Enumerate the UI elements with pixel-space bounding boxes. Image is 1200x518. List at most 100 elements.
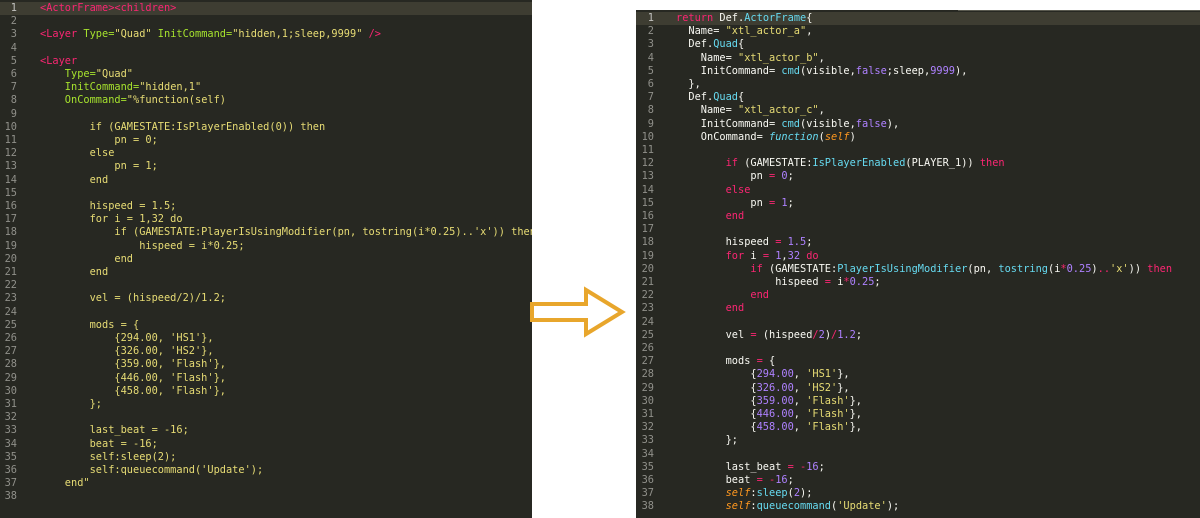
- code-line[interactable]: 28 {359.00, 'Flash'},: [0, 358, 532, 371]
- code-line[interactable]: 26: [636, 342, 1200, 355]
- code-line[interactable]: 37 end": [0, 477, 532, 490]
- code-line[interactable]: 5 <Layer: [0, 55, 532, 68]
- code-line[interactable]: 17: [636, 223, 1200, 236]
- code-line[interactable]: 1 return Def.ActorFrame{: [636, 12, 1200, 26]
- code-line[interactable]: 34 beat = -16;: [0, 438, 532, 451]
- code-line[interactable]: 12 if (GAMESTATE:IsPlayerEnabled(PLAYER_…: [636, 157, 1200, 170]
- code-line[interactable]: 28 {294.00, 'HS1'},: [636, 368, 1200, 381]
- code-line[interactable]: 30 {359.00, 'Flash'},: [636, 395, 1200, 408]
- code-line[interactable]: 25 mods = {: [0, 319, 532, 332]
- code-text: InitCommand= cmd(visible,false;sleep,999…: [676, 65, 968, 78]
- code-token: 'HS1': [806, 368, 838, 381]
- code-line[interactable]: 29 {446.00, 'Flash'},: [0, 372, 532, 385]
- code-line[interactable]: 19 hispeed = i*0.25;: [0, 240, 532, 253]
- code-line[interactable]: 35 last_beat = -16;: [636, 461, 1200, 474]
- code-line[interactable]: 33 last_beat = -16;: [0, 424, 532, 437]
- code-line[interactable]: 31 };: [0, 398, 532, 411]
- code-line[interactable]: 18 hispeed = 1.5;: [636, 236, 1200, 249]
- code-text: hispeed = 1.5;: [40, 200, 177, 213]
- code-token: "Quad": [114, 28, 152, 41]
- code-line[interactable]: 22 end: [636, 289, 1200, 302]
- code-token: if (GAMESTATE:IsPlayerEnabled(0)) then: [40, 120, 326, 133]
- code-line[interactable]: 36 beat = -16;: [636, 474, 1200, 487]
- code-token: {: [676, 408, 757, 420]
- code-line[interactable]: 37 self:sleep(2);: [636, 487, 1200, 500]
- code-line[interactable]: 21 end: [0, 266, 532, 279]
- code-line[interactable]: 26 {294.00, 'HS1'},: [0, 332, 532, 345]
- code-line[interactable]: 27 mods = {: [636, 355, 1200, 368]
- code-line[interactable]: 17 for i = 1,32 do: [0, 213, 532, 226]
- code-text: end: [676, 302, 745, 315]
- code-text: hispeed = i*0.25;: [40, 240, 244, 253]
- code-line[interactable]: 34: [636, 448, 1200, 461]
- line-number: 14: [4, 173, 17, 186]
- code-line[interactable]: 15: [0, 187, 532, 200]
- code-line[interactable]: 2: [0, 15, 532, 28]
- code-line[interactable]: 16 hispeed = 1.5;: [0, 200, 532, 213]
- code-line[interactable]: 6 Type="Quad": [0, 68, 532, 81]
- code-line[interactable]: 38 self:queuecommand('Update');: [636, 500, 1200, 513]
- code-token: =: [775, 236, 788, 249]
- code-line[interactable]: 10 OnCommand= function(self): [636, 131, 1200, 144]
- code-line[interactable]: 25 vel = (hispeed/2)/1.2;: [636, 329, 1200, 342]
- code-line[interactable]: 20 if (GAMESTATE:PlayerIsUsingModifier(p…: [636, 263, 1200, 276]
- code-text: {326.00, 'HS2'},: [676, 381, 849, 395]
- code-line[interactable]: 24: [636, 316, 1200, 329]
- code-line[interactable]: 32 {458.00, 'Flash'},: [636, 421, 1200, 434]
- code-line[interactable]: 21 hispeed = i*0.25;: [636, 276, 1200, 289]
- code-line[interactable]: 11 pn = 0;: [0, 134, 532, 147]
- code-line[interactable]: 8 OnCommand="%function(self): [0, 94, 532, 107]
- code-text: Def.Quad{: [676, 91, 744, 104]
- code-line[interactable]: 33 };: [636, 434, 1200, 447]
- code-line[interactable]: 3 Def.Quad{: [636, 38, 1200, 51]
- code-token: 326.00: [756, 381, 794, 394]
- code-line[interactable]: 11: [636, 144, 1200, 157]
- code-line[interactable]: 22: [0, 279, 532, 292]
- code-line[interactable]: 14 else: [636, 184, 1200, 197]
- line-number: 16: [4, 200, 17, 212]
- code-line[interactable]: 2 Name= "xtl_actor_a",: [636, 25, 1200, 38]
- code-line[interactable]: 7 Def.Quad{: [636, 91, 1200, 104]
- code-line[interactable]: 23 vel = (hispeed/2)/1.2;: [0, 292, 532, 305]
- code-line[interactable]: 5 InitCommand= cmd(visible,false;sleep,9…: [636, 65, 1200, 78]
- code-line[interactable]: 30 {458.00, 'Flash'},: [0, 385, 532, 398]
- code-line[interactable]: 31 {446.00, 'Flash'},: [636, 408, 1200, 421]
- code-token: (GAMESTATE:: [744, 157, 813, 170]
- code-token: if: [676, 157, 745, 170]
- code-line[interactable]: 16 end: [636, 210, 1200, 223]
- code-line[interactable]: 38: [0, 490, 532, 503]
- code-line[interactable]: 13 pn = 1;: [0, 160, 532, 173]
- code-line[interactable]: 23 end: [636, 302, 1200, 315]
- code-line[interactable]: 29 {326.00, 'HS2'},: [636, 382, 1200, 395]
- code-line[interactable]: 20 end: [0, 253, 532, 266]
- code-line[interactable]: 19 for i = 1,32 do: [636, 250, 1200, 263]
- right-code-editor[interactable]: 1 return Def.ActorFrame{2 Name= "xtl_acto…: [636, 10, 1200, 518]
- code-line[interactable]: 12 else: [0, 147, 532, 160]
- code-token: 446.00: [756, 408, 794, 420]
- code-line[interactable]: 27 {326.00, 'HS2'},: [0, 345, 532, 358]
- code-line[interactable]: 36 self:queuecommand('Update');: [0, 464, 532, 477]
- code-line[interactable]: 8 Name= "xtl_actor_c",: [636, 104, 1200, 117]
- line-number: 20: [641, 262, 654, 275]
- code-line[interactable]: 3 <Layer Type="Quad" InitCommand="hidden,…: [0, 28, 532, 41]
- code-text: };: [40, 398, 102, 411]
- code-line[interactable]: 24: [0, 306, 532, 319]
- code-line[interactable]: 1 <ActorFrame><children>: [0, 2, 532, 16]
- code-line[interactable]: 15 pn = 1;: [636, 197, 1200, 210]
- code-line[interactable]: 32: [0, 411, 532, 424]
- code-line[interactable]: 14 end: [0, 174, 532, 187]
- code-line[interactable]: 18 if (GAMESTATE:PlayerIsUsingModifier(p…: [0, 226, 532, 239]
- code-line[interactable]: 6 },: [636, 78, 1200, 91]
- code-line[interactable]: 9 InitCommand= cmd(visible,false),: [636, 118, 1200, 131]
- left-code-editor[interactable]: 1 <ActorFrame><children> 2 3 <Layer Type="Qu…: [0, 0, 532, 518]
- code-line[interactable]: 10 if (GAMESTATE:IsPlayerEnabled(0)) the…: [0, 121, 532, 134]
- code-line[interactable]: 13 pn = 0;: [636, 170, 1200, 183]
- code-line[interactable]: 35 self:sleep(2);: [0, 451, 532, 464]
- code-token: 'HS2': [806, 381, 838, 394]
- code-token: 'Flash': [806, 408, 850, 420]
- code-line[interactable]: 7 InitCommand="hidden,1": [0, 81, 532, 94]
- code-line[interactable]: 4 Name= "xtl_actor_b",: [636, 52, 1200, 65]
- code-line[interactable]: 4: [0, 42, 532, 55]
- code-line[interactable]: 9: [0, 108, 532, 121]
- code-token: {359.00, 'Flash'},: [40, 358, 226, 371]
